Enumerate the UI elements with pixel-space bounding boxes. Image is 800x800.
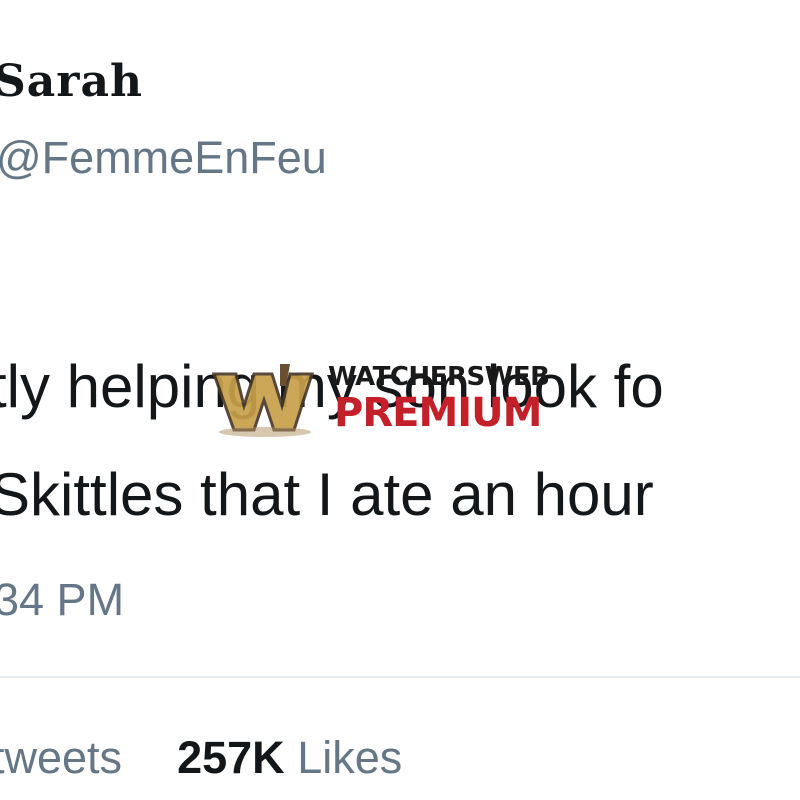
user-handle[interactable]: @FemmeEnFeu (0, 132, 327, 184)
likes-label[interactable]: Likes (297, 732, 402, 783)
display-name[interactable]: Sarah (0, 56, 143, 107)
divider (0, 676, 800, 678)
tweet-timestamp: 34 PM (0, 574, 125, 625)
tweet-stats: tweets 257K Likes (0, 732, 402, 784)
likes-count[interactable]: 257K (177, 732, 285, 783)
watermark-logo-icon (211, 364, 315, 437)
tweet-screenshot: Sarah @FemmeEnFeu tly helping my son loo… (0, 0, 800, 800)
watermark-line-2: PREMIUM (334, 390, 542, 436)
tweet-text-line: Skittles that I ate an hour (0, 461, 654, 528)
watermark: WATCHERSWEB PREMIUM (210, 360, 590, 440)
retweets-label[interactable]: tweets (0, 732, 122, 783)
watermark-line-1: WATCHERSWEB (328, 362, 550, 392)
